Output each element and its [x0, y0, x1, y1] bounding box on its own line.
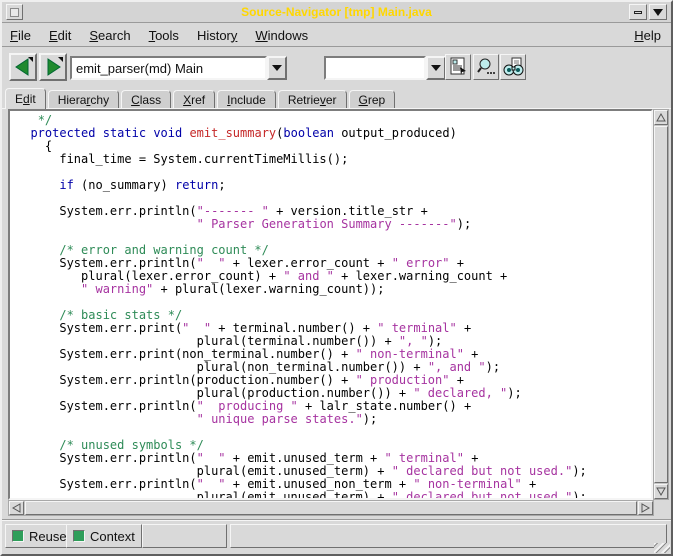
triangle-up-icon [656, 113, 666, 122]
vertical-scrollbar-thumb[interactable] [654, 126, 668, 483]
forward-button[interactable] [39, 53, 67, 81]
back-button[interactable] [9, 53, 37, 81]
scroll-left-button[interactable] [9, 501, 24, 515]
shade-button[interactable] [649, 4, 667, 20]
chevron-down-icon [431, 65, 441, 71]
titlebar: Source-Navigator [tmp] Main.java [2, 2, 671, 23]
editor-text[interactable]: */ protected static void emit_summary(bo… [10, 111, 651, 500]
symbol-combobox [70, 56, 287, 80]
triangle-left-icon [12, 503, 21, 513]
tab-include[interactable]: Include [217, 90, 276, 109]
document-magnifier-icon [448, 57, 468, 77]
forward-arrow-icon [42, 56, 64, 78]
context-label: Context [90, 529, 135, 544]
symbol-combobox-arrow[interactable] [267, 56, 287, 80]
search-button[interactable] [473, 54, 499, 80]
reuse-label: Reuse [29, 529, 67, 544]
minimize-icon [634, 11, 642, 14]
symbol-combobox-input[interactable] [70, 56, 267, 80]
menu-item-help[interactable]: Help [634, 28, 661, 43]
search-combobox-input[interactable] [324, 56, 426, 80]
tab-class[interactable]: Class [121, 90, 171, 109]
status-separator [2, 519, 671, 521]
view-tabs: EditHierarchyClassXrefIncludeRetrieverGr… [5, 88, 395, 109]
statusbar: Reuse Context [2, 523, 671, 550]
tab-grep[interactable]: Grep [349, 90, 396, 109]
reuse-toggle[interactable]: Reuse [5, 524, 74, 548]
menu-item-history[interactable]: History [197, 28, 237, 43]
horizontal-scrollbar-thumb[interactable] [25, 501, 637, 515]
magnifier-icon [476, 57, 496, 77]
horizontal-scrollbar[interactable] [8, 500, 654, 516]
tab-xref[interactable]: Xref [173, 90, 215, 109]
window-icon [10, 8, 19, 17]
tab-retriever[interactable]: Retriever [278, 90, 347, 109]
menu-item-edit[interactable]: Edit [49, 28, 71, 43]
tab-hierarchy[interactable]: Hierarchy [48, 90, 119, 109]
tab-underline [2, 108, 671, 109]
menu-item-search[interactable]: Search [89, 28, 130, 43]
menu-item-windows[interactable]: Windows [255, 28, 308, 43]
window-menu-button[interactable] [6, 4, 23, 20]
context-indicator-icon [73, 530, 85, 542]
toolbar [2, 48, 671, 88]
menubar: File Edit Search Tools History Windows Help [2, 24, 671, 47]
editor-frame: */ protected static void emit_summary(bo… [8, 109, 653, 500]
search-combobox [324, 56, 446, 80]
app-window: Source-Navigator [tmp] Main.java File Edi… [0, 0, 673, 556]
status-panel-right [230, 524, 667, 548]
window-title: Source-Navigator [tmp] Main.java [2, 5, 671, 19]
editor-browser-button[interactable] [445, 54, 471, 80]
reuse-indicator-icon [12, 530, 24, 542]
context-toggle[interactable]: Context [66, 524, 142, 548]
binoculars-document-icon [503, 57, 524, 77]
menu-item-tools[interactable]: Tools [149, 28, 179, 43]
menu-item-file[interactable]: File [10, 28, 31, 43]
triangle-right-icon [641, 503, 650, 513]
minimize-button[interactable] [629, 4, 647, 20]
vertical-scrollbar[interactable] [653, 109, 669, 500]
scroll-up-button[interactable] [654, 110, 668, 125]
retriever-button[interactable] [500, 54, 526, 80]
scroll-down-button[interactable] [654, 484, 668, 499]
triangle-down-icon [656, 487, 666, 496]
search-combobox-arrow[interactable] [426, 56, 446, 80]
triangle-down-icon [653, 9, 663, 16]
scroll-right-button[interactable] [638, 501, 653, 515]
resize-grip-icon[interactable] [654, 543, 670, 553]
back-arrow-icon [12, 56, 34, 78]
tab-edit[interactable]: Edit [5, 88, 46, 109]
chevron-down-icon [272, 65, 282, 71]
status-panel-left [142, 524, 227, 548]
